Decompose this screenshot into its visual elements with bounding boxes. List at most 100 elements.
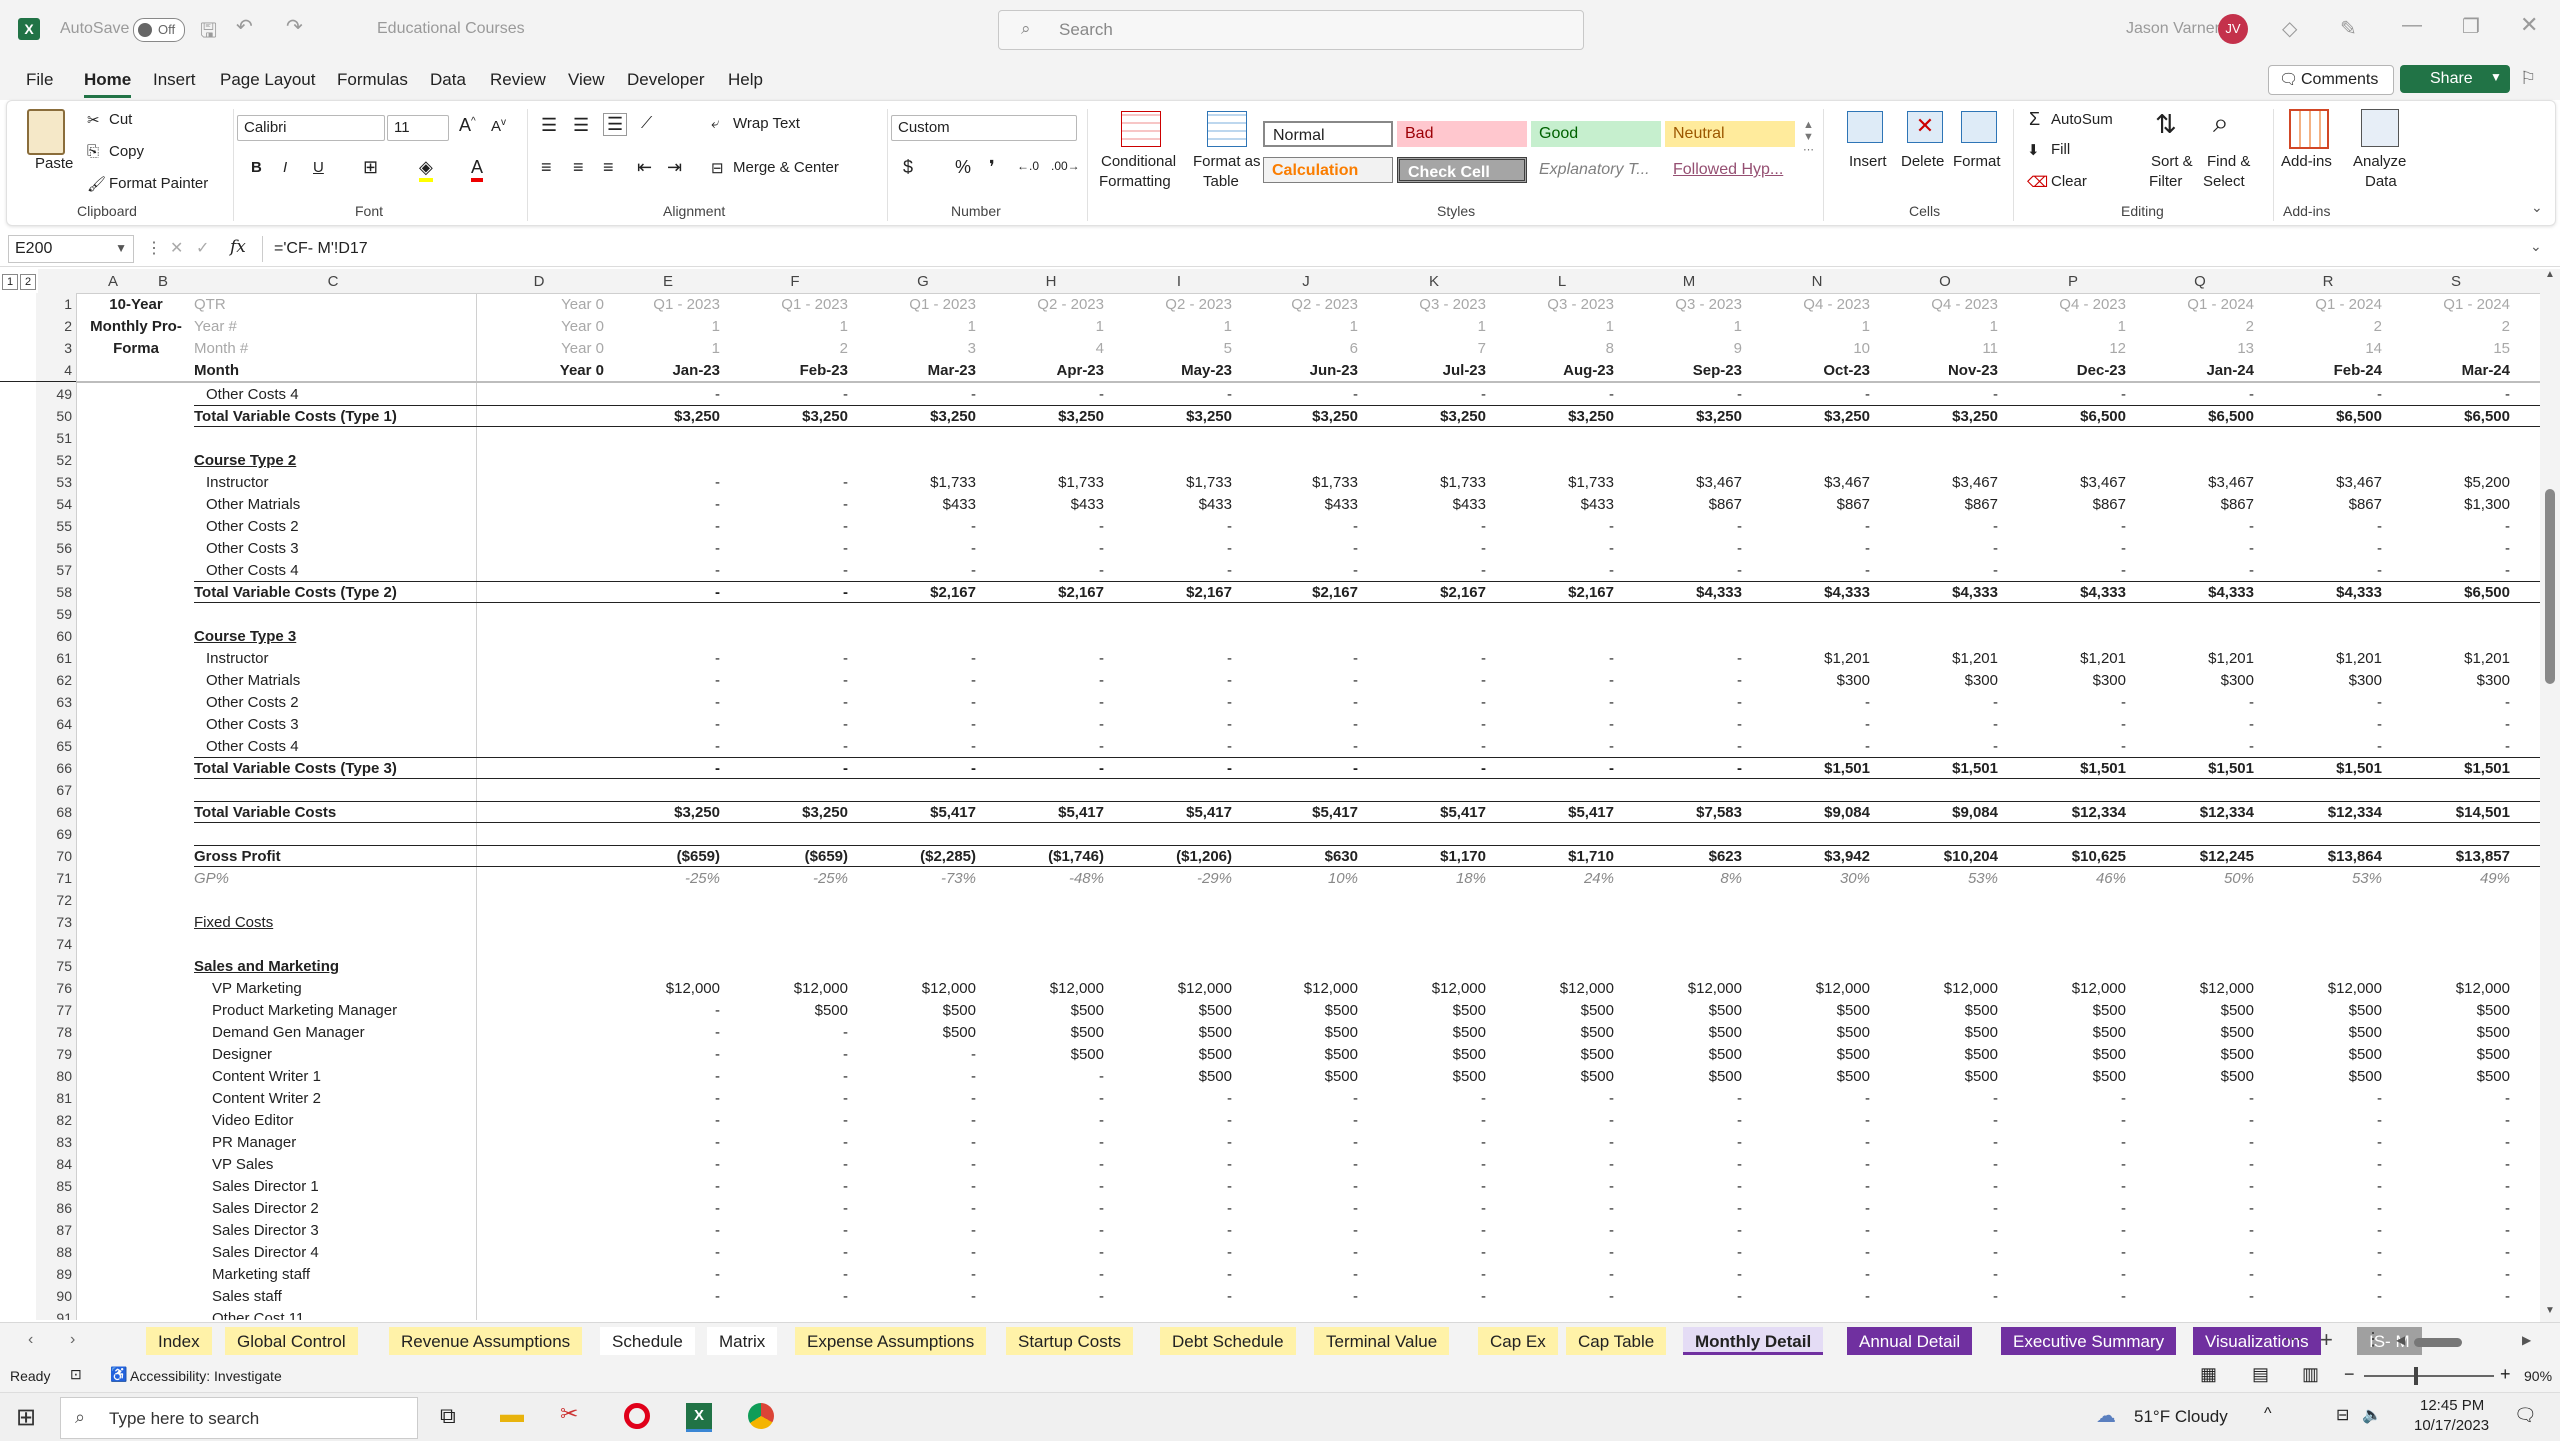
cell[interactable]: $300 (2390, 672, 2510, 689)
row-label[interactable]: VP Marketing (212, 980, 302, 997)
row-label[interactable]: Video Editor (212, 1112, 293, 1129)
cell[interactable]: - (1366, 1288, 1486, 1305)
cell[interactable]: - (728, 1112, 848, 1129)
cell[interactable]: - (2262, 518, 2382, 535)
options-icon[interactable]: ⋮ (2364, 1329, 2382, 1350)
tab-cap-ex[interactable]: Cap Ex (1478, 1327, 1558, 1355)
cell[interactable]: - (2006, 1266, 2126, 1283)
paste-icon[interactable] (27, 109, 65, 155)
style-good[interactable]: Good (1531, 121, 1661, 147)
wrap-text-button[interactable]: Wrap Text (733, 115, 800, 132)
minimize-icon[interactable]: — (2402, 14, 2422, 37)
cell[interactable]: $1,501 (2006, 760, 2126, 777)
cell[interactable]: - (1622, 1178, 1742, 1195)
row-number[interactable]: 79 (36, 1046, 72, 1062)
cell[interactable]: Jun-23 (1238, 362, 1358, 379)
opera-icon[interactable] (624, 1403, 650, 1429)
cell[interactable]: - (1366, 1090, 1486, 1107)
cell[interactable]: $500 (1366, 1046, 1486, 1063)
cell[interactable]: - (1622, 1200, 1742, 1217)
row-number[interactable]: 62 (36, 672, 72, 688)
cell[interactable]: - (2390, 1200, 2510, 1217)
cell[interactable]: $500 (2006, 1046, 2126, 1063)
menu-view[interactable]: View (568, 70, 605, 90)
cell[interactable]: - (2134, 1266, 2254, 1283)
cell[interactable]: - (728, 584, 848, 601)
horizontal-scrollbar[interactable]: ◀ ▶ (2396, 1333, 2536, 1349)
cell[interactable]: - (1112, 1134, 1232, 1151)
cell[interactable]: - (728, 738, 848, 755)
cell[interactable]: - (1750, 562, 1870, 579)
cell[interactable]: -25% (728, 870, 848, 887)
clock-time[interactable]: 12:45 PM (2420, 1397, 2484, 1414)
cell[interactable]: - (1494, 1288, 1614, 1305)
row-label[interactable]: Instructor (206, 650, 269, 667)
cell[interactable]: $3,250 (856, 408, 976, 425)
row-label[interactable]: Other Costs 4 (206, 738, 299, 755)
col-header-b[interactable]: B (148, 273, 178, 290)
cell[interactable]: - (1238, 1134, 1358, 1151)
find-label[interactable]: Find & (2207, 153, 2250, 170)
cell[interactable]: - (600, 1046, 720, 1063)
cell[interactable]: $12,000 (600, 980, 720, 997)
cell[interactable]: 8 (1494, 340, 1614, 357)
row-label[interactable]: Other Cost 11 (212, 1310, 304, 1320)
cell[interactable]: - (984, 562, 1104, 579)
row-label[interactable]: Total Variable Costs (Type 3) (194, 760, 397, 777)
cell[interactable]: $500 (1494, 1068, 1614, 1085)
col-header-j[interactable]: J (1291, 273, 1321, 290)
cell[interactable]: - (1366, 1156, 1486, 1173)
cell[interactable]: Q4 - 2023 (1878, 296, 1998, 313)
cell[interactable]: Mar-23 (856, 362, 976, 379)
col-header-f[interactable]: F (780, 273, 810, 290)
cell[interactable]: - (1750, 1112, 1870, 1129)
cell[interactable]: - (2006, 1156, 2126, 1173)
cell[interactable]: - (1112, 716, 1232, 733)
row-number[interactable]: 51 (36, 430, 72, 446)
cell[interactable]: $12,000 (856, 980, 976, 997)
style-bad[interactable]: Bad (1397, 121, 1527, 147)
undo-icon[interactable]: ↶ (236, 14, 253, 39)
cell[interactable]: 1 (1494, 318, 1614, 335)
row-number[interactable]: 76 (36, 980, 72, 996)
cell[interactable]: $433 (856, 496, 976, 513)
row-label[interactable]: GP% (194, 870, 229, 887)
row-number[interactable]: 59 (36, 606, 72, 622)
zoom-level[interactable]: 90% (2524, 1368, 2552, 1384)
cell[interactable]: - (600, 760, 720, 777)
year0-cell[interactable]: Year 0 (484, 362, 604, 379)
cell[interactable]: - (984, 760, 1104, 777)
cell[interactable]: - (1750, 1156, 1870, 1173)
cell[interactable]: $13,864 (2262, 848, 2382, 865)
cell[interactable]: - (728, 1222, 848, 1239)
cell[interactable]: - (600, 1112, 720, 1129)
row-number[interactable]: 89 (36, 1266, 72, 1282)
cell[interactable]: - (600, 562, 720, 579)
cell[interactable]: ($659) (600, 848, 720, 865)
cell[interactable]: - (600, 474, 720, 491)
cell[interactable]: - (728, 694, 848, 711)
row-number[interactable]: 70 (36, 848, 72, 864)
row-number[interactable]: 83 (36, 1134, 72, 1150)
cell[interactable]: $9,084 (1750, 804, 1870, 821)
cell[interactable]: $2,167 (1366, 584, 1486, 601)
cell[interactable]: - (1622, 1134, 1742, 1151)
cell[interactable]: - (856, 1068, 976, 1085)
cell[interactable]: - (1622, 1288, 1742, 1305)
cell[interactable]: $300 (1878, 672, 1998, 689)
cell[interactable]: ($1,206) (1112, 848, 1232, 865)
row-number[interactable]: 60 (36, 628, 72, 644)
cell[interactable]: - (984, 716, 1104, 733)
cell[interactable]: 2 (2134, 318, 2254, 335)
cell[interactable]: - (1494, 540, 1614, 557)
cell[interactable]: $300 (2006, 672, 2126, 689)
delete-cells-button[interactable]: Delete (1901, 153, 1944, 170)
align-middle-icon[interactable]: ☰ (573, 115, 589, 136)
row-number[interactable]: 49 (36, 386, 72, 402)
cell[interactable]: - (1238, 562, 1358, 579)
add-sheet-icon[interactable]: + (2320, 1327, 2333, 1353)
col-header-q[interactable]: Q (2185, 273, 2215, 290)
cell[interactable]: - (600, 1288, 720, 1305)
cell[interactable]: - (600, 1134, 720, 1151)
row-label[interactable]: Sales staff (212, 1288, 282, 1305)
